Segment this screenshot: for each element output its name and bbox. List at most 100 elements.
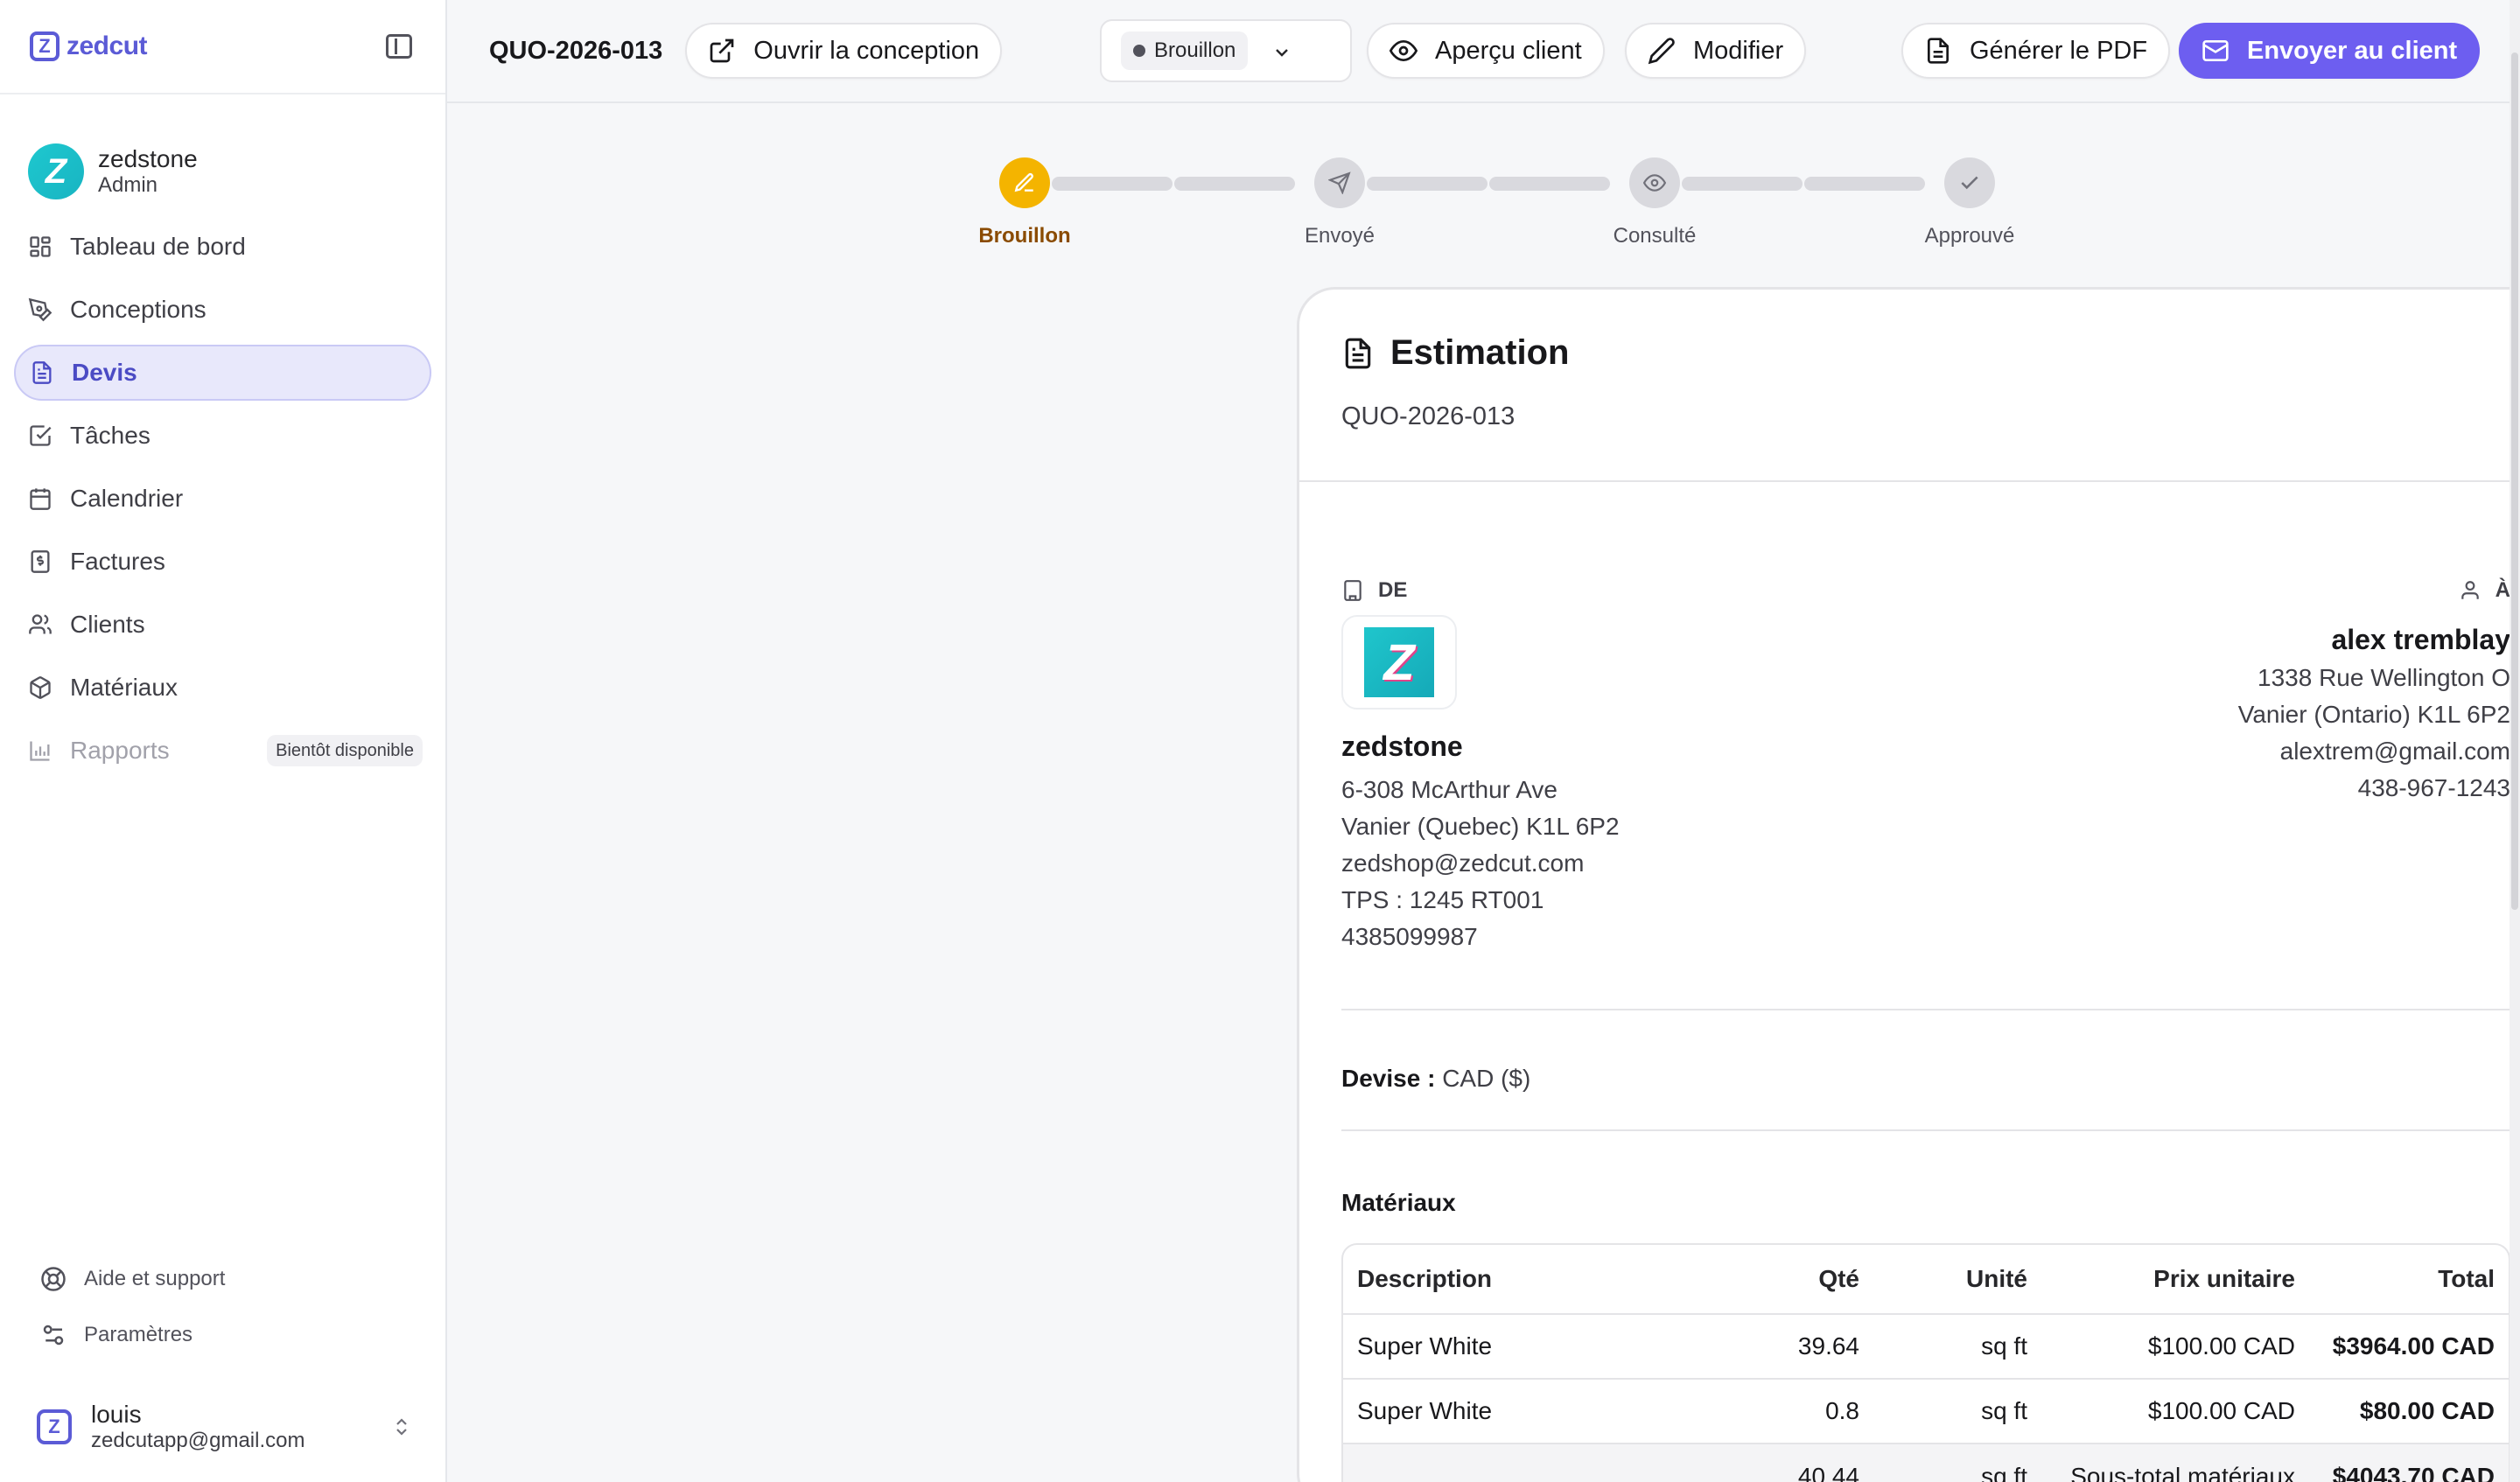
sidebar-item-quotes[interactable]: Devis <box>14 345 431 401</box>
col-total-header: Total <box>2438 1265 2495 1292</box>
currency-label: Devise : <box>1341 1065 1436 1092</box>
pen-tool-icon <box>28 297 52 322</box>
sidebar-item-calendar[interactable]: Calendrier <box>14 471 431 527</box>
client-preview-button[interactable]: Aperçu client <box>1367 23 1605 79</box>
from-company-name: zedstone <box>1341 731 1463 762</box>
divider <box>1341 1009 2510 1010</box>
col-unit-price-header: Prix unitaire <box>2153 1265 2295 1292</box>
table-header-row: Description Qté Unité Prix unitaire Tota… <box>1343 1245 2509 1315</box>
workspace-name: zedstone <box>98 145 198 172</box>
sidebar-item-label: Devis <box>72 359 137 386</box>
sidebar-item-tasks[interactable]: Tâches <box>14 408 431 464</box>
materials-table: Description Qté Unité Prix unitaire Tota… <box>1341 1243 2510 1482</box>
box-icon <box>28 675 52 700</box>
calendar-icon <box>28 486 52 511</box>
document-icon <box>30 360 54 385</box>
stepper-segment <box>1682 177 1802 191</box>
building-icon <box>1344 580 1362 601</box>
sidebar-item-invoices[interactable]: Factures <box>14 534 431 590</box>
edit-icon <box>1014 173 1033 192</box>
step-label: Consulté <box>1613 224 1697 248</box>
bar-chart-icon <box>28 738 52 763</box>
subtotal-unit: sq ft <box>1981 1463 2027 1482</box>
generate-pdf-button[interactable]: Générer le PDF <box>1901 23 2171 79</box>
workspace-user[interactable]: Z zedstone Admin <box>0 94 445 219</box>
quote-id-title: QUO-2026-013 <box>489 36 663 65</box>
step-viewed: Consulté <box>1576 157 1733 248</box>
cell-qty: 39.64 <box>1797 1332 1859 1360</box>
sidebar-item-label: Calendrier <box>70 485 184 512</box>
col-qty-header: Qté <box>1818 1265 1859 1292</box>
dollar-receipt-icon <box>28 549 52 574</box>
main-content: QUO-2026-013 Ouvrir la conception Brouil… <box>447 0 2520 1482</box>
help-support-label: Aide et support <box>84 1267 226 1290</box>
settings-link[interactable]: Paramètres <box>40 1307 445 1363</box>
brand-logo[interactable]: Z zedcut <box>30 31 148 61</box>
client-preview-label: Aperçu client <box>1435 36 1582 65</box>
sidebar-item-materials[interactable]: Matériaux <box>14 660 431 716</box>
sidebar-item-label: Tableau de bord <box>70 233 246 260</box>
quote-card: Estimation QUO-2026-013 DE Z zedstone 6-… <box>1297 287 2520 1482</box>
sidebar-item-label: Rapports <box>70 737 170 764</box>
currency-line: Devise : CAD ($) <box>1341 1065 1530 1093</box>
sidebar-item-designs[interactable]: Conceptions <box>14 282 431 338</box>
quote-title: Estimation <box>1341 333 2510 373</box>
sidebar-item-reports: Rapports Bientôt disponible <box>14 723 431 779</box>
page-scrollbar[interactable] <box>2510 0 2520 1482</box>
col-unit-header: Unité <box>1966 1265 2027 1292</box>
chevron-up-down-icon <box>396 1418 407 1436</box>
eye-icon <box>1643 174 1666 192</box>
chevron-down-icon <box>1276 49 1288 57</box>
to-block: À alex tremblay 1338 Rue Wellington O Va… <box>2238 578 2510 807</box>
from-label-text: DE <box>1378 578 1408 602</box>
cell-qty: 0.8 <box>1825 1397 1859 1424</box>
from-details: 6-308 McArthur Ave Vanier (Quebec) K1L 6… <box>1341 772 1620 955</box>
check-icon <box>1961 176 1978 190</box>
sidebar-nav: Tableau de bord Conceptions Devis Tâches <box>0 219 445 779</box>
status-stepper: Brouillon Envoyé Consulté Approuvé <box>946 157 2014 254</box>
quote-card-header: Estimation QUO-2026-013 <box>1299 290 2520 482</box>
sidebar-item-label: Factures <box>70 548 165 575</box>
cell-unit-price: $100.00 CAD <box>2147 1332 2295 1360</box>
status-dot <box>1133 45 1145 57</box>
currency-value: CAD ($) <box>1442 1065 1531 1092</box>
quote-parties: DE Z zedstone 6-308 McArthur Ave Vanier … <box>1341 578 2510 963</box>
dashboard-icon <box>28 234 52 259</box>
sidebar-item-clients[interactable]: Clients <box>14 597 431 653</box>
edit-button[interactable]: Modifier <box>1625 23 1807 79</box>
table-row: Super White 39.64 sq ft $100.00 CAD $396… <box>1343 1315 2509 1380</box>
cell-unit: sq ft <box>1981 1397 2027 1424</box>
status-select[interactable]: Brouillon <box>1100 19 1352 82</box>
avatar: Z <box>28 143 84 199</box>
help-support-link[interactable]: Aide et support <box>40 1251 445 1307</box>
from-phone: 4385099987 <box>1341 923 1478 950</box>
brand-name: zedcut <box>66 31 148 60</box>
account-logo-icon: Z <box>37 1409 72 1444</box>
sidebar-item-label: Matériaux <box>70 674 178 701</box>
account-switcher[interactable]: Z louis zedcutapp@gmail.com <box>28 1396 417 1458</box>
to-details: 1338 Rue Wellington O Vanier (Ontario) K… <box>2238 660 2510 807</box>
sidebar-toggle-icon[interactable] <box>386 34 412 59</box>
sidebar-item-label: Conceptions <box>70 296 206 323</box>
cell-total: $80.00 CAD <box>2359 1397 2495 1424</box>
send-to-client-button[interactable]: Envoyer au client <box>2179 23 2481 79</box>
company-logo-mark: Z <box>1364 627 1434 697</box>
settings-label: Paramètres <box>84 1323 193 1346</box>
quote-title-text: Estimation <box>1390 333 1570 372</box>
sidebar: Z zedcut Z zedstone Admin Tableau de bor… <box>0 0 447 1482</box>
table-row: Super White 0.8 sq ft $100.00 CAD $80.00… <box>1343 1380 2509 1444</box>
col-description-header: Description <box>1357 1265 1493 1292</box>
to-address-line: 1338 Rue Wellington O <box>2258 664 2510 691</box>
from-email: zedshop@zedcut.com <box>1341 849 1585 877</box>
step-label: Approuvé <box>1924 224 2015 248</box>
step-circle <box>1629 157 1680 208</box>
user-icon <box>2460 581 2479 599</box>
divider <box>1341 1129 2510 1131</box>
from-address-line: 6-308 McArthur Ave <box>1341 776 1558 803</box>
scrollbar-thumb[interactable] <box>2511 52 2518 910</box>
sidebar-item-dashboard[interactable]: Tableau de bord <box>14 219 431 275</box>
send-icon <box>1328 171 1351 194</box>
sidebar-item-label: Clients <box>70 611 145 638</box>
open-design-button[interactable]: Ouvrir la conception <box>685 23 1003 79</box>
workspace-role: Admin <box>98 173 158 197</box>
